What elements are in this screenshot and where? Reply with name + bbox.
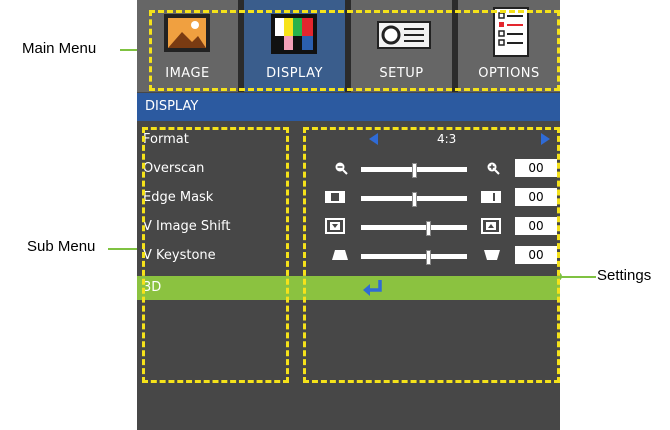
callout-main-menu: Main Menu bbox=[22, 40, 97, 57]
sub-menu-outline bbox=[142, 127, 289, 383]
submenu-title-bar: DISPLAY bbox=[137, 93, 560, 121]
main-menu-outline bbox=[149, 10, 560, 91]
callout-settings-line bbox=[560, 276, 596, 278]
submenu-title: DISPLAY bbox=[145, 99, 199, 114]
callout-settings: Settings bbox=[597, 267, 652, 284]
callout-sub-menu: Sub Menu bbox=[27, 238, 96, 255]
osd-menu: IMAGE DISPLAY SETUP OPTIONS DISPLAY Form… bbox=[137, 0, 560, 430]
settings-outline bbox=[303, 127, 560, 383]
